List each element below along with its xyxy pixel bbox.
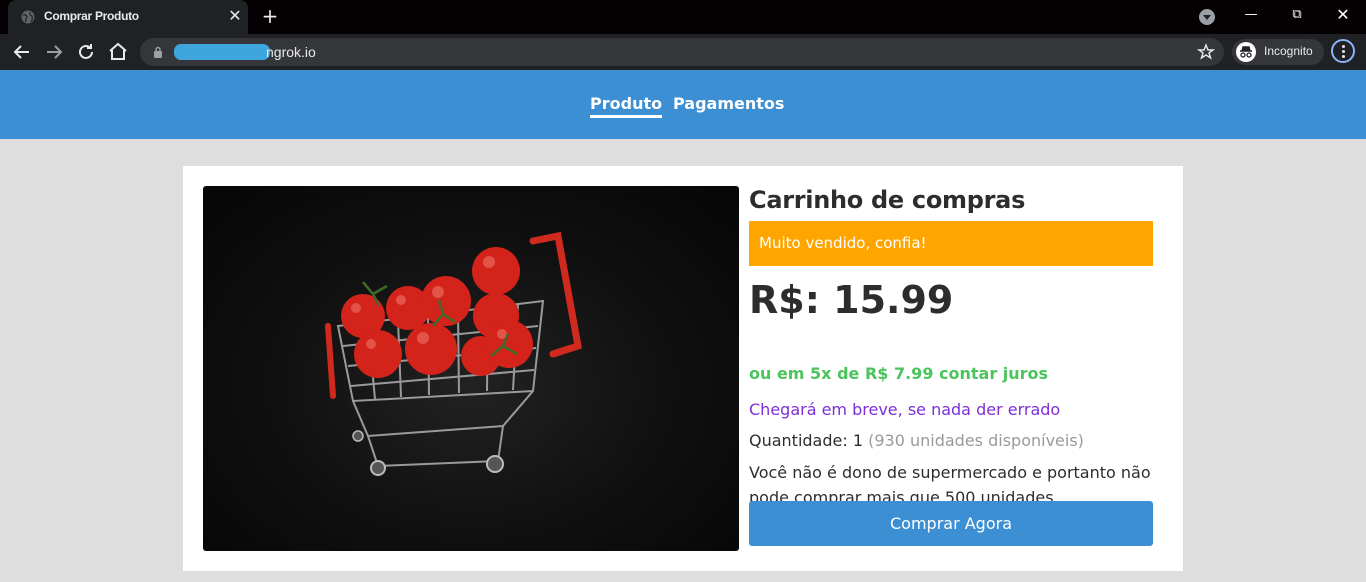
reload-icon[interactable] [74,40,98,64]
browser-toolbar: ngrok.io Incognito [0,34,1366,70]
availability-text: (930 unidades disponíveis) [868,431,1084,450]
restore-button[interactable]: ⧉ [1274,0,1320,30]
product-card: Carrinho de compras Muito vendido, confi… [183,166,1183,571]
quantity-value: 1 [852,431,864,450]
product-price: R$: 15.99 [749,278,954,322]
tab-search-icon[interactable] [1199,9,1215,25]
buy-now-button[interactable]: Comprar Agora [749,501,1153,546]
lock-icon [154,46,162,58]
tab-close-icon[interactable]: ✕ [226,6,244,26]
badge-text: Muito vendido, confia! [759,234,927,252]
installments-text: ou em 5x de R$ 7.99 contar juros [749,364,1049,383]
quantity-row: Quantidade: 1 (930 unidades disponíveis) [749,431,1084,450]
back-arrow-icon[interactable] [10,40,34,64]
close-window-button[interactable]: ✕ [1320,0,1366,30]
star-icon[interactable] [1197,43,1215,61]
browser-tabstrip: Comprar Produto ✕ + — ⧉ ✕ [0,0,1366,34]
tab-title: Comprar Produto [44,9,139,23]
address-bar[interactable]: ngrok.io [140,38,1224,66]
url-text: ngrok.io [266,44,316,60]
nav-link-pagamentos[interactable]: Pagamentos [673,94,784,113]
browser-tab[interactable]: Comprar Produto ✕ [8,0,248,34]
new-tab-icon[interactable]: + [260,4,280,28]
kebab-menu-icon[interactable] [1331,39,1355,63]
product-title: Carrinho de compras [749,186,1026,214]
delivery-text: Chegará em breve, se nada der errado [749,400,1061,419]
incognito-indicator[interactable]: Incognito [1232,39,1324,65]
nav-link-produto[interactable]: Produto [590,94,663,118]
quantity-label: Quantidade: [749,431,848,450]
incognito-label: Incognito [1264,44,1313,58]
redacted-url-part [174,44,270,60]
forward-arrow-icon[interactable] [42,40,66,64]
home-icon[interactable] [106,40,130,64]
globe-icon [21,10,35,24]
product-image [203,186,739,551]
incognito-icon [1236,42,1256,62]
bestseller-badge: Muito vendido, confia! [749,221,1153,266]
minimize-button[interactable]: — [1228,0,1274,30]
site-header: Produto Pagamentos [0,70,1366,139]
cart-with-tomatoes-illustration [325,231,582,476]
